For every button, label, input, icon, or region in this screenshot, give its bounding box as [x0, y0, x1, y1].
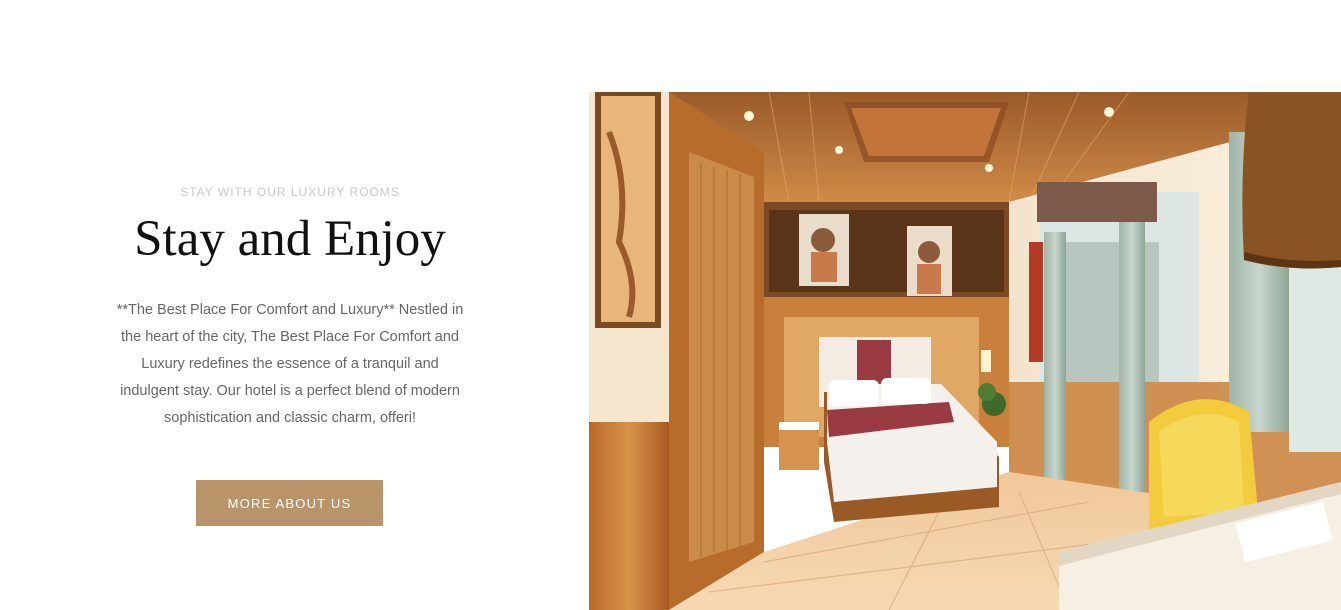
about-section: STAY WITH OUR LUXURY ROOMS Stay and Enjo…: [0, 0, 1341, 610]
section-title: Stay and Enjoy: [134, 211, 446, 267]
section-eyebrow: STAY WITH OUR LUXURY ROOMS: [180, 185, 400, 199]
hotel-room-image: [589, 92, 1341, 610]
more-about-us-button[interactable]: MORE ABOUT US: [196, 480, 383, 526]
section-description: **The Best Place For Comfort and Luxury*…: [116, 302, 464, 426]
